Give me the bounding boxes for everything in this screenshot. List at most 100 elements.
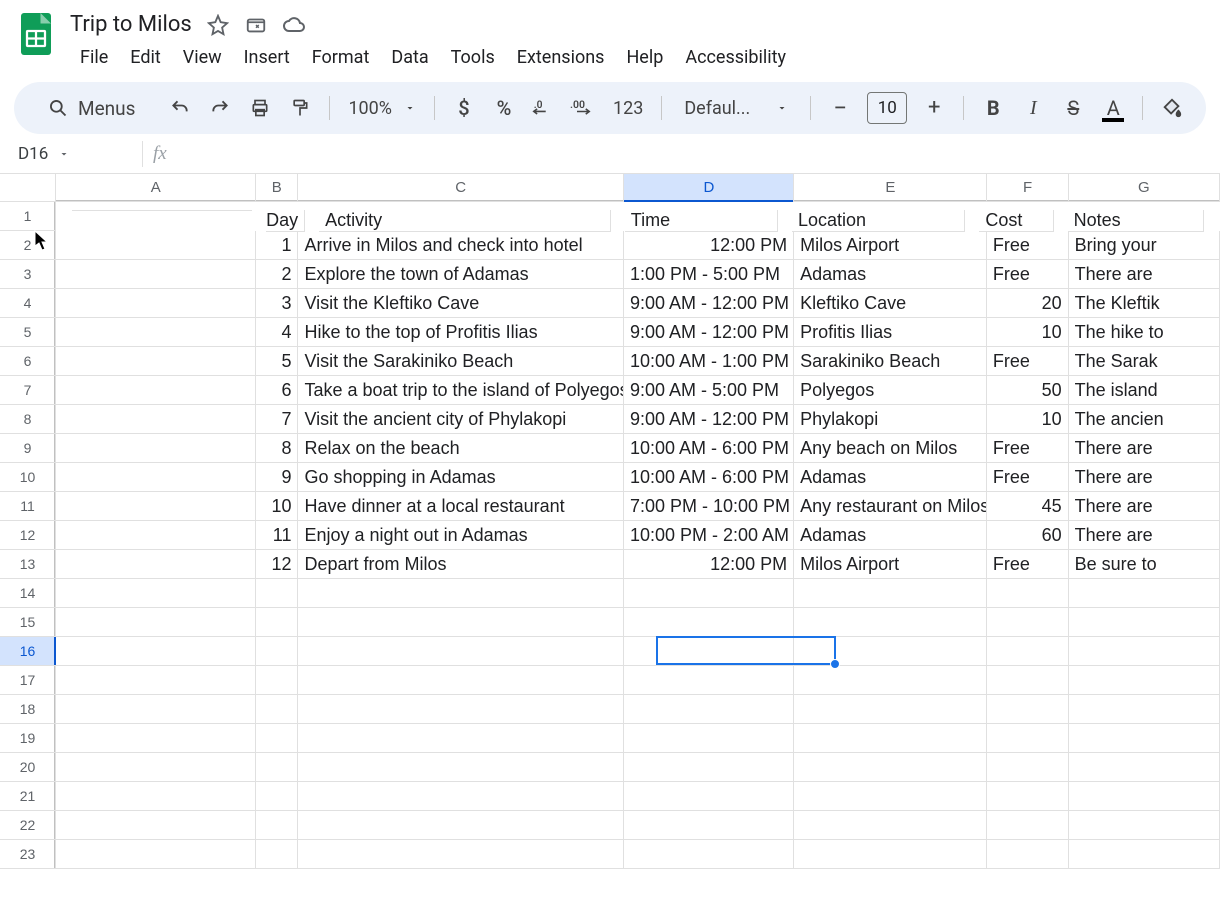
row-header-9[interactable]: 9 bbox=[0, 434, 56, 463]
cell[interactable]: Free bbox=[987, 434, 1069, 463]
cell[interactable]: 12 bbox=[256, 550, 298, 579]
cell[interactable] bbox=[56, 492, 256, 521]
cell[interactable]: There are bbox=[1069, 434, 1220, 463]
cell[interactable]: Adamas bbox=[794, 521, 987, 550]
cell[interactable] bbox=[987, 608, 1069, 637]
cell[interactable] bbox=[298, 724, 623, 753]
cell[interactable]: Kleftiko Cave bbox=[794, 289, 987, 318]
menu-help[interactable]: Help bbox=[616, 41, 673, 74]
cell[interactable] bbox=[56, 463, 256, 492]
cell[interactable]: Visit the Sarakiniko Beach bbox=[298, 347, 623, 376]
cell[interactable] bbox=[794, 811, 987, 840]
star-icon[interactable] bbox=[206, 13, 230, 37]
menu-format[interactable]: Format bbox=[302, 41, 380, 74]
decrease-font-size-button[interactable]: − bbox=[823, 91, 857, 125]
percent-button[interactable]: % bbox=[487, 91, 521, 125]
row-header-17[interactable]: 17 bbox=[0, 666, 56, 695]
cell[interactable] bbox=[624, 637, 794, 666]
cell[interactable] bbox=[1069, 811, 1220, 840]
undo-button[interactable] bbox=[163, 91, 197, 125]
cell[interactable] bbox=[256, 695, 298, 724]
cell[interactable]: 3 bbox=[256, 289, 298, 318]
cell[interactable] bbox=[256, 782, 298, 811]
cell[interactable]: Profitis Ilias bbox=[794, 318, 987, 347]
cell[interactable]: Free bbox=[987, 347, 1069, 376]
cell[interactable] bbox=[624, 811, 794, 840]
cell[interactable] bbox=[624, 608, 794, 637]
cell[interactable] bbox=[987, 666, 1069, 695]
cell[interactable] bbox=[256, 666, 298, 695]
select-all-corner[interactable] bbox=[0, 174, 56, 202]
cell[interactable]: Phylakopi bbox=[794, 405, 987, 434]
cell[interactable]: There are bbox=[1069, 521, 1220, 550]
row-header-11[interactable]: 11 bbox=[0, 492, 56, 521]
row-header-20[interactable]: 20 bbox=[0, 753, 56, 782]
cell[interactable] bbox=[56, 231, 256, 260]
cell[interactable] bbox=[987, 724, 1069, 753]
cell[interactable] bbox=[794, 579, 987, 608]
cell[interactable] bbox=[624, 840, 794, 869]
cell[interactable]: Be sure to bbox=[1069, 550, 1220, 579]
bold-button[interactable]: B bbox=[976, 91, 1010, 125]
cell[interactable] bbox=[56, 666, 256, 695]
cell[interactable]: Day bbox=[266, 210, 305, 232]
cell[interactable]: 10:00 AM - 6:00 PM bbox=[624, 434, 794, 463]
cell[interactable]: 10 bbox=[987, 405, 1069, 434]
row-header-10[interactable]: 10 bbox=[0, 463, 56, 492]
cell[interactable]: 7:00 PM - 10:00 PM bbox=[624, 492, 794, 521]
column-header-B[interactable]: B bbox=[256, 174, 298, 202]
cell[interactable] bbox=[624, 724, 794, 753]
cell[interactable] bbox=[1069, 840, 1220, 869]
cell[interactable] bbox=[56, 434, 256, 463]
cell[interactable]: 9:00 AM - 12:00 PM bbox=[624, 318, 794, 347]
cell[interactable] bbox=[624, 782, 794, 811]
cell[interactable]: 9 bbox=[256, 463, 298, 492]
cell[interactable]: Visit the Kleftiko Cave bbox=[298, 289, 623, 318]
cell[interactable]: There are bbox=[1069, 260, 1220, 289]
row-header-12[interactable]: 12 bbox=[0, 521, 56, 550]
spreadsheet-grid[interactable]: ABCDEFG 12345678910111213141516171819202… bbox=[0, 174, 1220, 894]
paint-format-button[interactable] bbox=[283, 91, 317, 125]
row-header-23[interactable]: 23 bbox=[0, 840, 56, 869]
cell[interactable]: Free bbox=[987, 550, 1069, 579]
cell[interactable] bbox=[256, 608, 298, 637]
cell[interactable]: There are bbox=[1069, 463, 1220, 492]
row-header-16[interactable]: 16 bbox=[0, 637, 56, 666]
cell[interactable] bbox=[56, 608, 256, 637]
cell[interactable]: 12:00 PM bbox=[624, 550, 794, 579]
cell[interactable]: 2 bbox=[256, 260, 298, 289]
cell[interactable]: Depart from Milos bbox=[298, 550, 623, 579]
cell[interactable] bbox=[56, 811, 256, 840]
cell[interactable] bbox=[56, 260, 256, 289]
cell[interactable] bbox=[794, 782, 987, 811]
cell[interactable] bbox=[298, 637, 623, 666]
strikethrough-button[interactable]: S bbox=[1056, 91, 1090, 125]
cell[interactable] bbox=[256, 753, 298, 782]
cell[interactable]: Enjoy a night out in Adamas bbox=[298, 521, 623, 550]
cell[interactable] bbox=[1069, 666, 1220, 695]
cell[interactable] bbox=[56, 724, 256, 753]
move-icon[interactable] bbox=[244, 13, 268, 37]
row-header-2[interactable]: 2 bbox=[0, 231, 56, 260]
cell[interactable]: Go shopping in Adamas bbox=[298, 463, 623, 492]
cell[interactable] bbox=[256, 724, 298, 753]
row-header-8[interactable]: 8 bbox=[0, 405, 56, 434]
cell[interactable]: 6 bbox=[256, 376, 298, 405]
cell[interactable] bbox=[987, 695, 1069, 724]
cell[interactable]: The hike to bbox=[1069, 318, 1220, 347]
cell[interactable]: Visit the ancient city of Phylakopi bbox=[298, 405, 623, 434]
increase-decimals-button[interactable]: .00 bbox=[567, 91, 601, 125]
row-header-21[interactable]: 21 bbox=[0, 782, 56, 811]
cell[interactable]: There are bbox=[1069, 492, 1220, 521]
cell[interactable] bbox=[794, 608, 987, 637]
cell[interactable]: Take a boat trip to the island of Polyeg… bbox=[298, 376, 623, 405]
cell[interactable] bbox=[256, 840, 298, 869]
cell[interactable] bbox=[794, 753, 987, 782]
more-formats-button[interactable]: 123 bbox=[607, 98, 649, 119]
cell[interactable]: 60 bbox=[987, 521, 1069, 550]
row-header-18[interactable]: 18 bbox=[0, 695, 56, 724]
cell[interactable]: 5 bbox=[256, 347, 298, 376]
cell[interactable]: 9:00 AM - 12:00 PM bbox=[624, 289, 794, 318]
cell[interactable] bbox=[256, 579, 298, 608]
cell[interactable] bbox=[56, 521, 256, 550]
